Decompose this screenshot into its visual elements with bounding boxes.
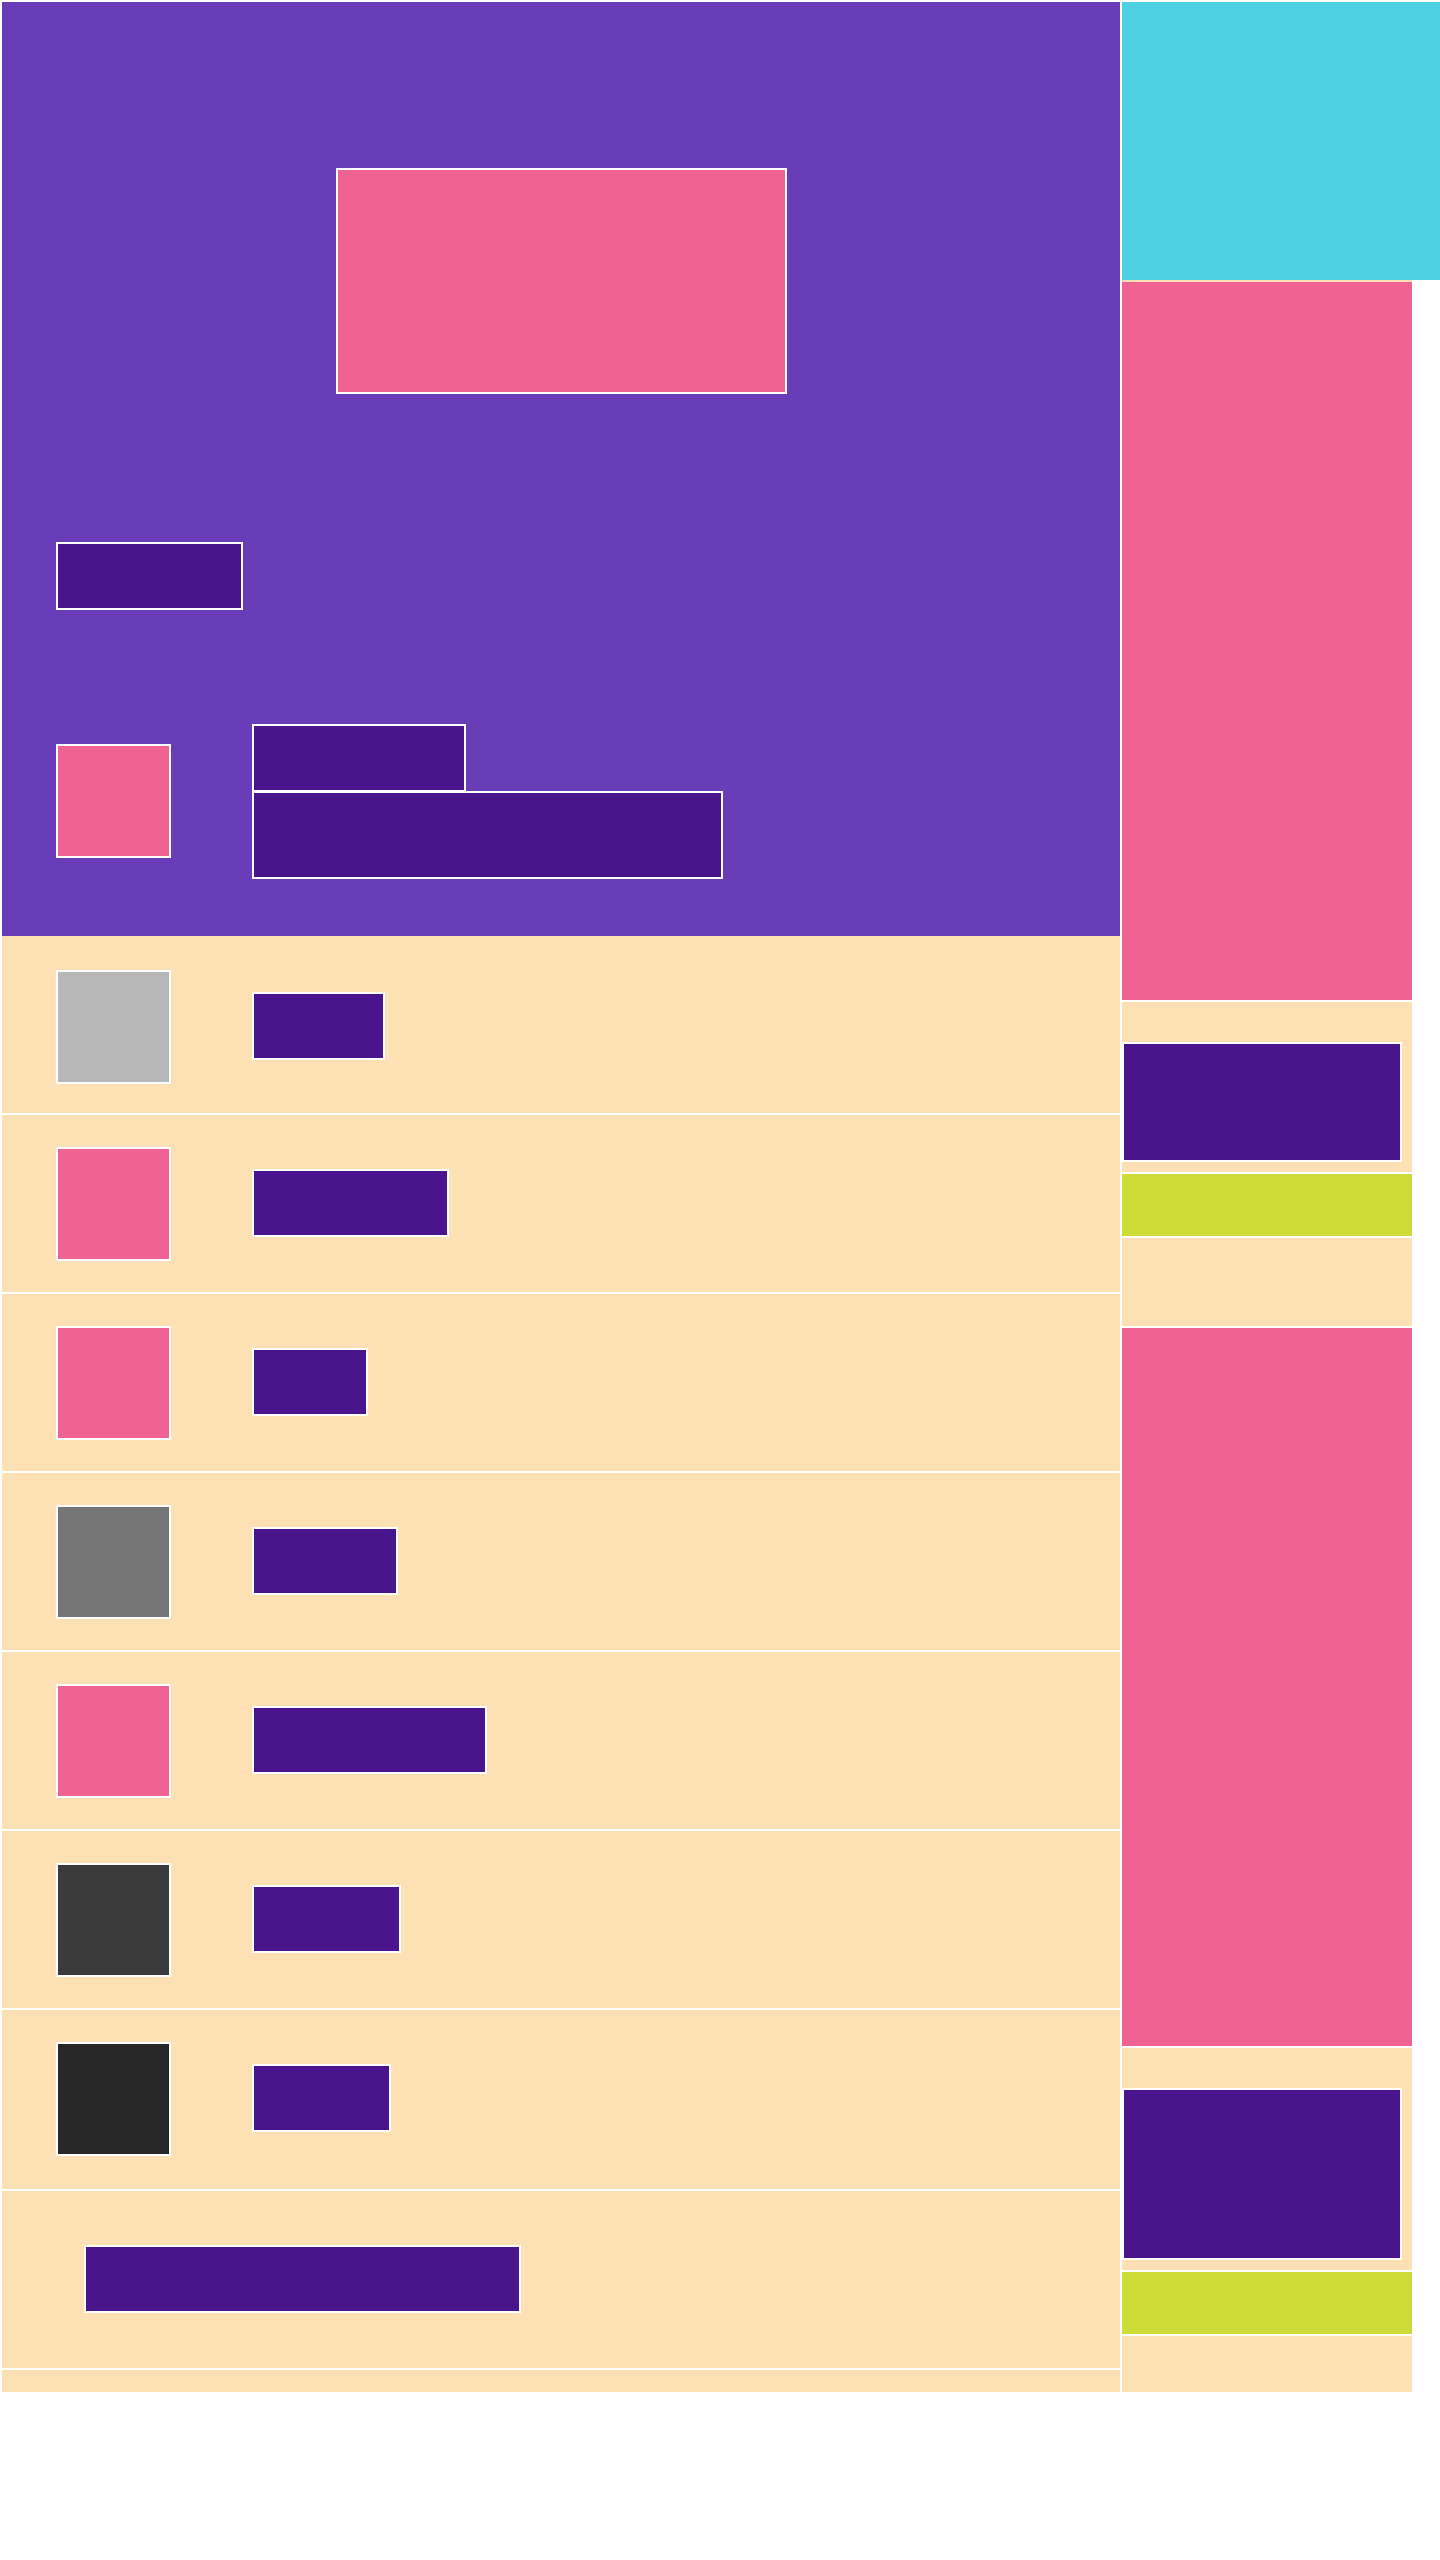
profile-avatar[interactable] [56,744,171,858]
list-footer [2,2191,1120,2369]
sidebar-card-button[interactable] [1122,1172,1412,1238]
list-item-avatar [56,1505,171,1619]
list-item-avatar [56,2042,171,2156]
column-divider [1120,0,1122,2392]
list-item[interactable] [2,2010,1120,2190]
list-item-avatar [56,1863,171,1977]
list-item[interactable] [2,1473,1120,1651]
app-root [0,0,1440,2560]
list-item-label [252,1885,401,1953]
list-item-avatar [56,970,171,1084]
list-item-label [252,2064,391,2132]
list-item-label [252,1348,368,1416]
list-item-label [252,1527,398,1595]
list-item[interactable] [2,1294,1120,1472]
sidebar-card-button[interactable] [1122,2270,1412,2336]
list-item[interactable] [2,1115,1120,1293]
sidebar-card-image[interactable] [1122,282,1412,1002]
list-item-avatar [56,1147,171,1261]
profile-subtitle [252,791,723,879]
sidebar-card-title [1122,2088,1402,2260]
footer-action-button[interactable] [84,2245,521,2313]
sidebar-card-image[interactable] [1122,1328,1412,2048]
divider [2,2368,1120,2370]
list-item-label [252,992,385,1060]
list-item[interactable] [2,1652,1120,1830]
list-item-avatar [56,1326,171,1440]
list-item-avatar [56,1684,171,1798]
list-item-label [252,1706,487,1774]
hero-image[interactable] [336,168,787,394]
profile-name [252,724,466,792]
list-item[interactable] [2,936,1120,1114]
page-title [56,542,243,610]
list-item-label [252,1169,449,1237]
sidebar-card-title [1122,1042,1402,1162]
sidebar-top-panel [1122,2,1440,280]
list-item[interactable] [2,1831,1120,2009]
